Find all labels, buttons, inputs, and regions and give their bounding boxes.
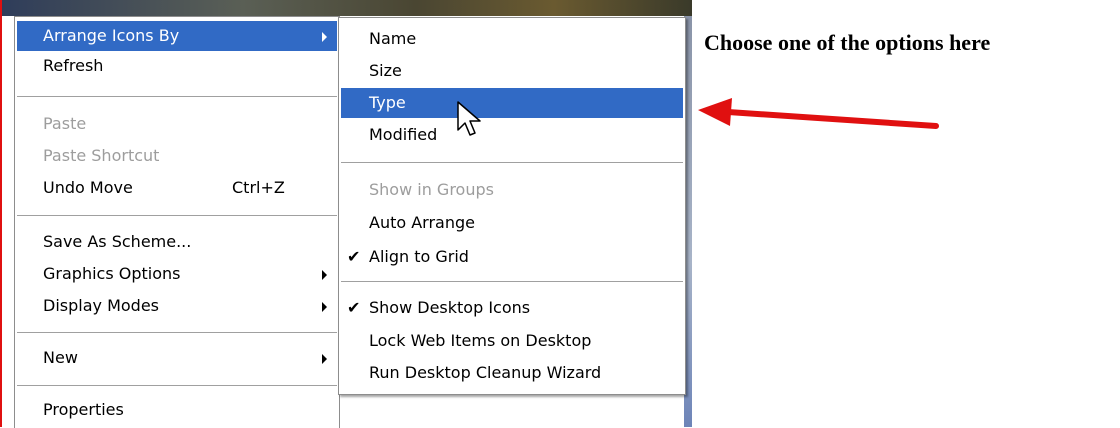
menu-item-label: Name [369, 29, 417, 48]
menu-separator [17, 215, 337, 216]
menu-item-label: New [43, 348, 78, 367]
menu-item-label: Align to Grid [369, 247, 469, 266]
submenu-item-align-to-grid[interactable]: ✔ Align to Grid [341, 242, 683, 272]
menu-item-undo-move[interactable]: Undo Move Ctrl+Z [17, 173, 337, 203]
menu-separator [17, 96, 337, 97]
menu-item-label: Lock Web Items on Desktop [369, 331, 592, 350]
menu-item-graphics-options[interactable]: Graphics Options [17, 259, 337, 289]
desktop-context-menu: Arrange Icons By Refresh Paste Paste Sho… [14, 16, 340, 428]
checkmark-icon: ✔ [347, 247, 361, 266]
menu-item-label: Show Desktop Icons [369, 298, 531, 317]
submenu-arrow-icon [322, 32, 327, 42]
submenu-arrow-icon [322, 354, 327, 364]
menu-item-label: Undo Move [43, 178, 133, 197]
desktop-background-top [2, 0, 692, 16]
left-border-line [0, 0, 2, 427]
menu-item-label: Paste Shortcut [43, 146, 160, 165]
menu-item-label: Run Desktop Cleanup Wizard [369, 363, 602, 382]
menu-item-save-as-scheme[interactable]: Save As Scheme... [17, 227, 337, 257]
menu-separator [17, 385, 337, 386]
menu-separator [341, 281, 683, 282]
menu-item-shortcut: Ctrl+Z [232, 178, 285, 197]
menu-item-paste[interactable]: Paste [17, 109, 337, 139]
submenu-item-lock-web-items[interactable]: Lock Web Items on Desktop [341, 326, 683, 356]
menu-separator [17, 332, 337, 333]
menu-item-display-modes[interactable]: Display Modes [17, 291, 337, 321]
menu-item-label: Arrange Icons By [43, 26, 180, 45]
submenu-item-desktop-cleanup-wizard[interactable]: Run Desktop Cleanup Wizard [341, 358, 683, 388]
arrange-icons-submenu: Name Size Type Modified Show in Groups A… [338, 17, 686, 395]
menu-item-label: Auto Arrange [369, 213, 475, 232]
submenu-item-name[interactable]: Name [341, 24, 683, 54]
menu-item-label: Paste [43, 114, 87, 133]
red-arrow-icon [698, 98, 939, 129]
menu-item-refresh[interactable]: Refresh [17, 51, 337, 81]
menu-item-paste-shortcut[interactable]: Paste Shortcut [17, 141, 337, 171]
menu-item-properties[interactable]: Properties [17, 395, 337, 425]
submenu-item-auto-arrange[interactable]: Auto Arrange [341, 208, 683, 238]
menu-item-label: Type [369, 93, 406, 112]
instruction-text: Choose one of the options here [704, 30, 991, 55]
submenu-item-show-in-groups[interactable]: Show in Groups [341, 175, 683, 205]
submenu-item-size[interactable]: Size [341, 56, 683, 86]
mouse-pointer-icon [457, 101, 481, 136]
menu-item-label: Properties [43, 400, 124, 419]
menu-item-label: Graphics Options [43, 264, 181, 283]
menu-item-arrange-icons-by[interactable]: Arrange Icons By [17, 21, 337, 51]
menu-separator [341, 162, 683, 163]
menu-item-label: Refresh [43, 56, 104, 75]
menu-item-label: Show in Groups [369, 180, 494, 199]
submenu-arrow-icon [322, 270, 327, 280]
menu-item-label: Size [369, 61, 402, 80]
menu-item-label: Modified [369, 125, 438, 144]
submenu-item-type[interactable]: Type [341, 88, 683, 118]
submenu-arrow-icon [322, 302, 327, 312]
submenu-item-show-desktop-icons[interactable]: ✔ Show Desktop Icons [341, 293, 683, 323]
menu-item-label: Display Modes [43, 296, 159, 315]
menu-item-new[interactable]: New [17, 343, 337, 373]
submenu-item-modified[interactable]: Modified [341, 120, 683, 150]
menu-item-label: Save As Scheme... [43, 232, 192, 251]
checkmark-icon: ✔ [347, 298, 361, 317]
